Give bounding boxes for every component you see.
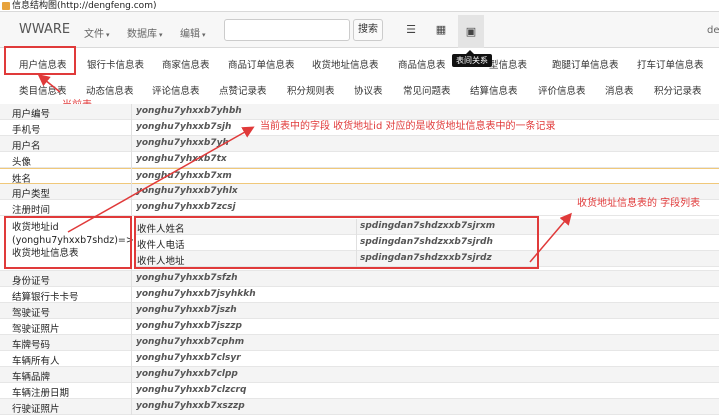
nested-table-highlight	[134, 216, 539, 269]
tab-bank-card-info[interactable]: 银行卡信息表	[87, 57, 144, 71]
tab-review-info[interactable]: 评价信息表	[538, 83, 586, 97]
field-label: 车辆注册日期	[12, 388, 70, 399]
field-value: yonghu7yhxxb7yh	[136, 138, 229, 148]
menu-file[interactable]: 文件 ▾	[84, 25, 110, 40]
tab-feed-info[interactable]: 动态信息表	[86, 83, 134, 97]
caret-down-icon: ▾	[159, 31, 163, 39]
field-value: yonghu7yhxxb7jszh	[136, 305, 237, 315]
window-title: 信息结构图(http://dengfeng.com)	[12, 1, 157, 11]
image-view-icon[interactable]: ▣	[458, 15, 484, 48]
field-value: yonghu7yhxxb7sfzh	[136, 273, 238, 283]
table-row: 身份证号 yonghu7yhxxb7sfzh	[0, 271, 719, 287]
field-value: yonghu7yhxxb7xszzp	[136, 401, 245, 411]
table-row: 车辆品牌 yonghu7yhxxb7clpp	[0, 367, 719, 383]
table-row: 车辆所有人 yonghu7yhxxb7clsyr	[0, 351, 719, 367]
field-value: yonghu7yhxxb7clsyr	[136, 353, 241, 363]
address-field-highlight	[4, 216, 132, 269]
caret-down-icon: ▾	[202, 31, 206, 39]
field-label: 行驶证照片	[12, 404, 60, 415]
tab-agreement[interactable]: 协议表	[354, 83, 383, 97]
menu-database[interactable]: 数据库 ▾	[127, 25, 163, 40]
field-list-note: 收货地址信息表的 字段列表	[577, 198, 701, 209]
tab-product-info[interactable]: 商品信息表	[398, 57, 446, 71]
field-value: yonghu7yhxxb7clpp	[136, 369, 238, 379]
tab-points-records[interactable]: 积分记录表	[654, 83, 702, 97]
field-label: 驾驶证照片	[12, 324, 60, 335]
field-label: 车牌号码	[12, 340, 51, 351]
field-label: 用户编号	[12, 109, 51, 120]
window-titlebar: 信息结构图(http://dengfeng.com)	[0, 0, 719, 12]
field-value: yonghu7yhxxb7jszzp	[136, 321, 242, 331]
tab-product-order-info[interactable]: 商品订单信息表	[228, 57, 295, 71]
tab-faq[interactable]: 常见问题表	[403, 83, 451, 97]
tab-merchant-info[interactable]: 商家信息表	[162, 57, 210, 71]
field-value: yonghu7yhxxb7yhbh	[136, 106, 242, 116]
field-label: 身份证号	[12, 276, 51, 287]
menu-file-label: 文件	[84, 29, 104, 40]
table-row: 车牌号码 yonghu7yhxxb7cphm	[0, 335, 719, 351]
table-row: 驾驶证照片 yonghu7yhxxb7jszzp	[0, 319, 719, 335]
field-value: yonghu7yhxxb7clzcrq	[136, 385, 247, 395]
menu-database-label: 数据库	[127, 29, 157, 40]
field-value: yonghu7yhxxb7xm	[136, 171, 232, 181]
field-value: yonghu7yhxxb7cphm	[136, 337, 245, 347]
caret-down-icon: ▾	[106, 31, 110, 39]
table-row: 用户名 yonghu7yhxxb7yh	[0, 136, 719, 152]
field-label: 驾驶证号	[12, 308, 51, 319]
tab-like-records[interactable]: 点赞记录表	[219, 83, 267, 97]
menu-edit[interactable]: 编辑 ▾	[180, 25, 206, 40]
search-input[interactable]	[224, 19, 350, 41]
tab-messages[interactable]: 消息表	[605, 83, 634, 97]
field-label: 用户类型	[12, 189, 51, 200]
relation-tooltip: 表间关系	[452, 50, 492, 67]
grid-view-icon[interactable]: ▦	[428, 19, 454, 41]
list-view-icon[interactable]: ☰	[398, 19, 424, 41]
table-row: 行驶证照片 yonghu7yhxxb7xszzp	[0, 399, 719, 415]
field-value: yonghu7yhxxb7tx	[136, 154, 227, 164]
field-label: 车辆所有人	[12, 356, 60, 367]
field-label: 手机号	[12, 125, 41, 136]
tab-taxi-order-info[interactable]: 打车订单信息表	[637, 57, 704, 71]
brand-logo[interactable]: WWARE	[19, 22, 70, 37]
field-value: yonghu7yhxxb7jsyhkkh	[136, 289, 256, 299]
field-label: 头像	[12, 157, 32, 168]
field-value: yonghu7yhxxb7sjh	[136, 122, 232, 132]
tab-errand-order-info[interactable]: 跑腿订单信息表	[552, 57, 619, 71]
user-menu[interactable]: de	[707, 25, 719, 36]
tab-category-info[interactable]: 类目信息表	[19, 83, 67, 97]
table-row: 姓名 yonghu7yhxxb7xm	[0, 168, 719, 185]
field-label: 注册时间	[12, 205, 51, 216]
field-label: 姓名	[12, 174, 32, 185]
field-value: yonghu7yhxxb7zcsj	[136, 202, 236, 212]
tab-points-rules[interactable]: 积分规则表	[287, 83, 335, 97]
field-label: 用户名	[12, 141, 41, 152]
search-button[interactable]: 搜索	[353, 19, 383, 41]
field-label: 结算银行卡卡号	[12, 292, 79, 303]
table-row: 结算银行卡卡号 yonghu7yhxxb7jsyhkkh	[0, 287, 719, 303]
app-icon	[2, 2, 10, 10]
tab-comment-info[interactable]: 评论信息表	[152, 83, 200, 97]
menu-edit-label: 编辑	[180, 29, 200, 40]
field-label: 车辆品牌	[12, 372, 51, 383]
tab-type-info[interactable]: 型信息表	[489, 57, 527, 71]
table-row: 头像 yonghu7yhxxb7tx	[0, 152, 719, 168]
field-value: yonghu7yhxxb7yhlx	[136, 186, 238, 196]
table-row: 驾驶证号 yonghu7yhxxb7jszh	[0, 303, 719, 319]
top-navbar: WWARE 文件 ▾ 数据库 ▾ 编辑 ▾ 搜索 ☰ ▦ ▣ de	[0, 12, 719, 48]
tab-shipping-address-info[interactable]: 收货地址信息表	[312, 57, 379, 71]
table-row: 车辆注册日期 yonghu7yhxxb7clzcrq	[0, 383, 719, 399]
current-tab-highlight	[4, 46, 76, 75]
field-relation-note: 当前表中的字段 收货地址id 对应的是收货地址信息表中的一条记录	[260, 121, 556, 132]
tab-settlement-info[interactable]: 结算信息表	[470, 83, 518, 97]
